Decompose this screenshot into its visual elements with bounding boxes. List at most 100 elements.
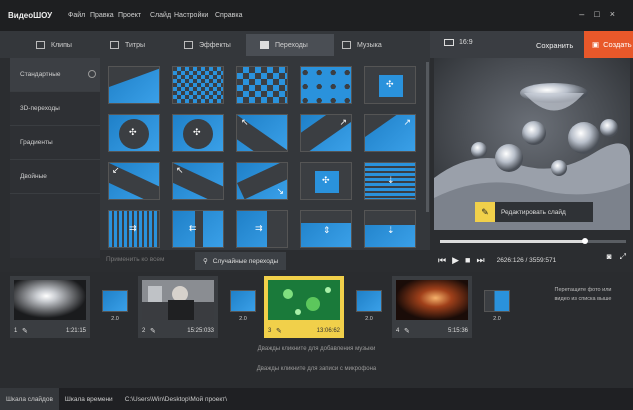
transition-tile[interactable]: ↙ [108,162,160,200]
slide-item[interactable]: 4 ✎ 5:15:36 [392,276,472,338]
music-icon [342,41,351,49]
slide-item[interactable]: 1 ✎ 1:21:15 [10,276,90,338]
playback-controls: ⏮ ▶ ■ ⏭ 2626:126 / 3559:571 ◙ ⤢ [438,252,628,268]
stop-icon[interactable]: ■ [465,255,470,265]
transition-tile[interactable]: ↖ [172,162,224,200]
progress-handle[interactable] [582,238,589,244]
transition-tile[interactable]: ⇉ [108,210,160,248]
time-display: 2626:126 / 3559:571 [496,256,557,264]
edit-slide-button[interactable]: ✎ Редактировать слайд [475,202,593,222]
category-label: Стандартные [20,71,61,78]
aspect-ratio-button[interactable]: 16:9 [444,39,473,46]
menu-bar: ВидеоШОУ Файл Правка Проект Слайд Настро… [0,0,633,31]
transition-tile[interactable]: ↗ [300,114,352,152]
film-icon: ▣ [592,40,600,49]
random-transitions-button[interactable]: ⚲ Случайные переходы [195,252,287,270]
right-toolbar: 16:9 Сохранить ▣ Создать [430,31,633,58]
maximize-icon[interactable]: □ [594,9,609,19]
pencil-icon[interactable]: ✎ [404,327,410,335]
play-icon[interactable]: ▶ [452,255,459,266]
snapshot-icon[interactable]: ◙ [607,252,612,262]
edit-slide-label: Редактировать слайд [501,208,566,216]
slides-timeline: 1 ✎ 1:21:15 2.0 2 ✎ 15:25:033 2.0 3 ✎ 13… [0,272,633,388]
category-gradients[interactable]: Градиенты [10,126,100,160]
prev-icon[interactable]: ⏮ [438,255,446,266]
tab-label: Клипы [51,41,72,49]
move-icon: ✣ [129,127,137,137]
tab-clips[interactable]: Клипы [22,34,100,56]
transition-tile[interactable] [300,66,352,104]
music-track[interactable]: Дважды кликните для добавления музыки [0,346,633,360]
transition-tile[interactable]: ✣ [172,114,224,152]
transition-tile[interactable]: ⇉ [236,210,288,248]
project-path: C:\Users\Win\Desktop\Мой проект\ [124,395,228,403]
transition-duration: 2.0 [365,316,373,322]
pencil-icon[interactable]: ✎ [150,327,156,335]
transition-tile[interactable]: ✣ [300,162,352,200]
arrow-icon: ⇉ [129,223,137,233]
arrow-icon: ⇣ [387,175,395,185]
tab-effects[interactable]: Эффекты [170,34,256,56]
bottom-bar: Шкала слайдов Шкала времени C:\Users\Win… [0,388,633,410]
save-button[interactable]: Сохранить [536,41,573,50]
random-label: Случайные переходы [212,257,279,265]
minimize-icon[interactable]: – [579,9,594,19]
apply-all-button[interactable]: Применить ко всем [106,256,164,263]
grid-scrollbar[interactable] [426,62,429,212]
pencil-icon[interactable]: ✎ [276,327,282,335]
transition-tile[interactable] [236,66,288,104]
transition-tile[interactable] [172,66,224,104]
slide-duration: 1:21:15 [65,328,86,334]
menu-file[interactable]: Файл [68,12,85,19]
tab-label: Переходы [275,41,308,49]
tab-music[interactable]: Музыка [328,34,412,56]
next-icon[interactable]: ⏭ [476,255,484,266]
pencil-icon[interactable]: ✎ [22,327,28,335]
transition-item[interactable]: 2.0 [484,290,510,326]
arrow-icon: ⇇ [189,223,197,233]
pencil-icon: ✎ [475,202,495,222]
transition-item[interactable]: 2.0 [356,290,382,326]
slide-number: 3 [268,328,272,334]
fullscreen-icon[interactable]: ⤢ [620,252,626,262]
menu-slide[interactable]: Слайд [150,12,171,19]
transition-tile[interactable] [108,66,160,104]
transition-tile[interactable]: ⇕ [300,210,352,248]
category-standard[interactable]: Стандартные [10,58,100,92]
slide-number: 1 [14,328,18,334]
slide-item-selected[interactable]: 3 ✎ 13:06:62 [264,276,344,338]
transition-item[interactable]: 2.0 [230,290,256,326]
transition-tile[interactable]: ⇣ [364,210,416,248]
transition-tile[interactable]: ✣ [364,66,416,104]
menu-project[interactable]: Проект [118,12,141,19]
arrow-icon: ↘ [276,186,284,196]
close-icon[interactable]: × [610,9,625,19]
tab-titles[interactable]: Титры [96,34,174,56]
tab-slides-scale[interactable]: Шкала слайдов [0,388,59,410]
transition-tile[interactable]: ↗ [364,114,416,152]
category-3d[interactable]: 3D-переходы [10,92,100,126]
transition-tile[interactable]: ⇣ [364,162,416,200]
voice-track[interactable]: Дважды кликните для записи с микрофона [0,366,633,380]
slide-thumbnail [14,280,86,320]
transition-tile[interactable]: ↖ [236,114,288,152]
transition-thumbnail [356,290,382,312]
slide-number: 4 [396,328,400,334]
slide-item[interactable]: 2 ✎ 15:25:033 [138,276,218,338]
tab-time-scale[interactable]: Шкала времени [59,396,119,403]
info-icon[interactable] [88,70,96,78]
tab-transitions[interactable]: Переходы [246,34,334,56]
transition-tile[interactable]: ✣ [108,114,160,152]
transition-tile[interactable]: ⇇ [172,210,224,248]
shuffle-icon: ⚲ [203,258,208,265]
menu-settings[interactable]: Настройки [174,12,208,19]
create-button[interactable]: ▣ Создать [584,31,633,58]
transition-item[interactable]: 2.0 [102,290,128,326]
aspect-ratio-label: 16:9 [459,39,473,46]
menu-help[interactable]: Справка [215,12,242,19]
transition-tile[interactable]: ↘ [236,162,288,200]
category-double[interactable]: Двойные [10,160,100,194]
playback-progress[interactable] [440,238,626,244]
slide-duration: 13:06:62 [316,328,340,334]
menu-edit[interactable]: Правка [90,12,114,19]
